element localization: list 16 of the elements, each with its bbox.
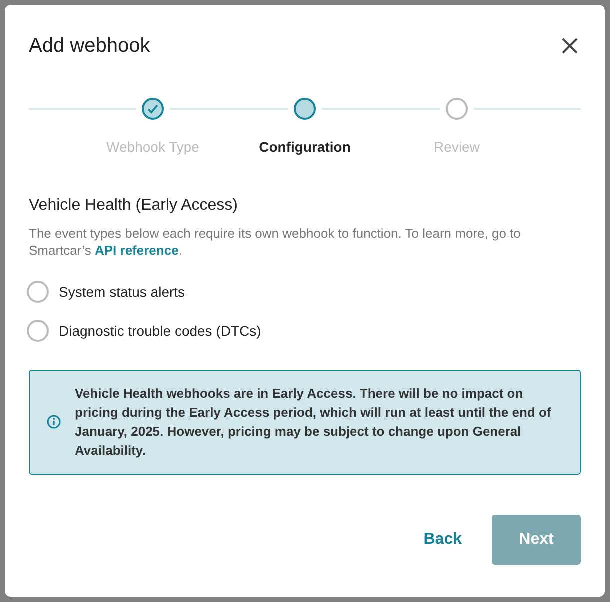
section-description: The event types below each require its own webhook to function. To learn more, go to Smartcar’s API reference. <box>29 225 522 260</box>
check-icon <box>147 103 159 115</box>
option-label: System status alerts <box>59 282 186 302</box>
step-label: Review <box>433 138 481 157</box>
back-button[interactable]: Back <box>424 528 462 552</box>
option-label: Diagnostic trouble codes (DTCs) <box>59 322 262 341</box>
step-label: Webhook Type <box>106 138 200 157</box>
notice-text: Vehicle Health webhooks are in Early Access. There will be no impact on pricing during the Early Access period, which will run at least until the end of January, 2025. However, pricing may be subject to change upon General Availability. <box>75 385 552 460</box>
radio-button[interactable] <box>27 281 49 304</box>
dialog-title: Add webhook <box>29 34 150 58</box>
section-heading: Vehicle Health (Early Access) <box>29 196 239 216</box>
step-label: Configuration <box>258 138 352 157</box>
api-reference-link[interactable]: API reference <box>94 243 179 258</box>
close-icon <box>561 37 579 55</box>
info-icon <box>47 415 61 430</box>
radio-button[interactable] <box>27 320 49 342</box>
